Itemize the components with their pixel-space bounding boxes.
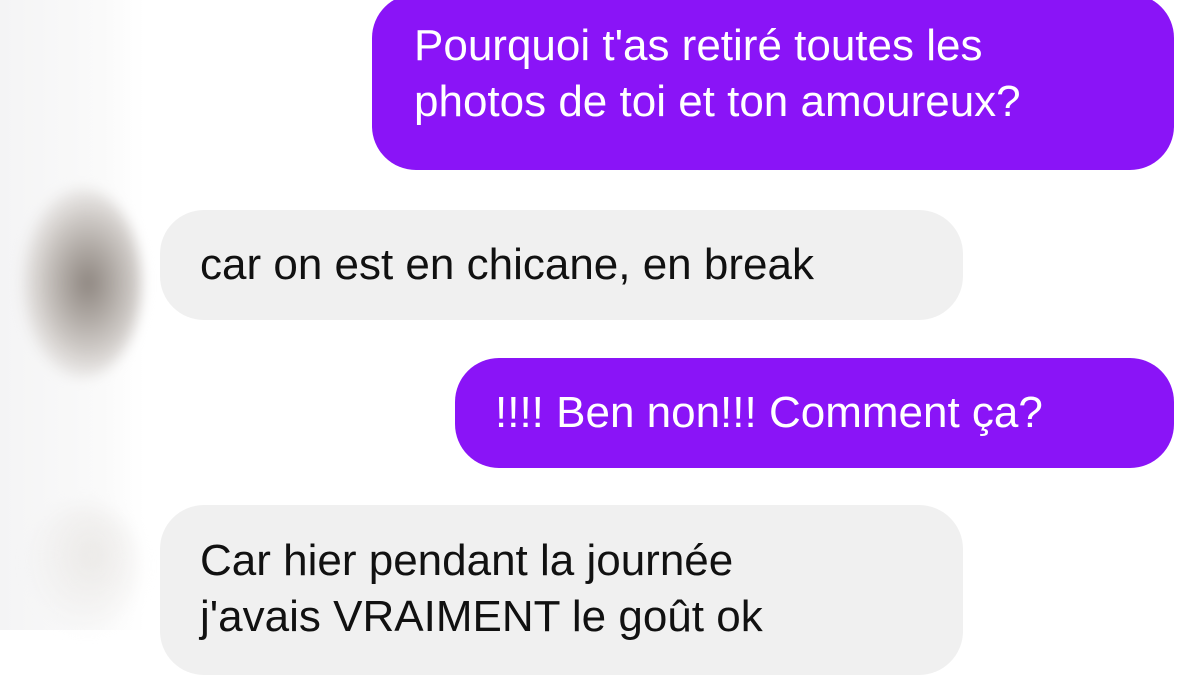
sent-message-bubble[interactable]: !!!! Ben non!!! Comment ça? (455, 358, 1174, 468)
message-text-line: Car hier pendant la journée (200, 536, 734, 585)
message-text-line: j'avais VRAIMENT le goût ok (200, 592, 763, 641)
blurred-avatar-icon[interactable] (22, 188, 142, 378)
avatar-column (0, 0, 145, 630)
received-message-bubble[interactable]: car on est en chicane, en break (160, 210, 963, 320)
blurred-avatar-shadow (30, 505, 140, 630)
message-text-line: Pourquoi t'as retiré toutes les (414, 21, 983, 70)
message-text-line: !!!! Ben non!!! Comment ça? (495, 388, 1043, 437)
sent-message-bubble[interactable]: Pourquoi t'as retiré toutes les photos d… (372, 0, 1174, 170)
received-message-bubble[interactable]: Car hier pendant la journée j'avais VRAI… (160, 505, 963, 675)
message-text-line: photos de toi et ton amoureux? (414, 77, 1021, 126)
message-text-line: car on est en chicane, en break (200, 240, 814, 289)
